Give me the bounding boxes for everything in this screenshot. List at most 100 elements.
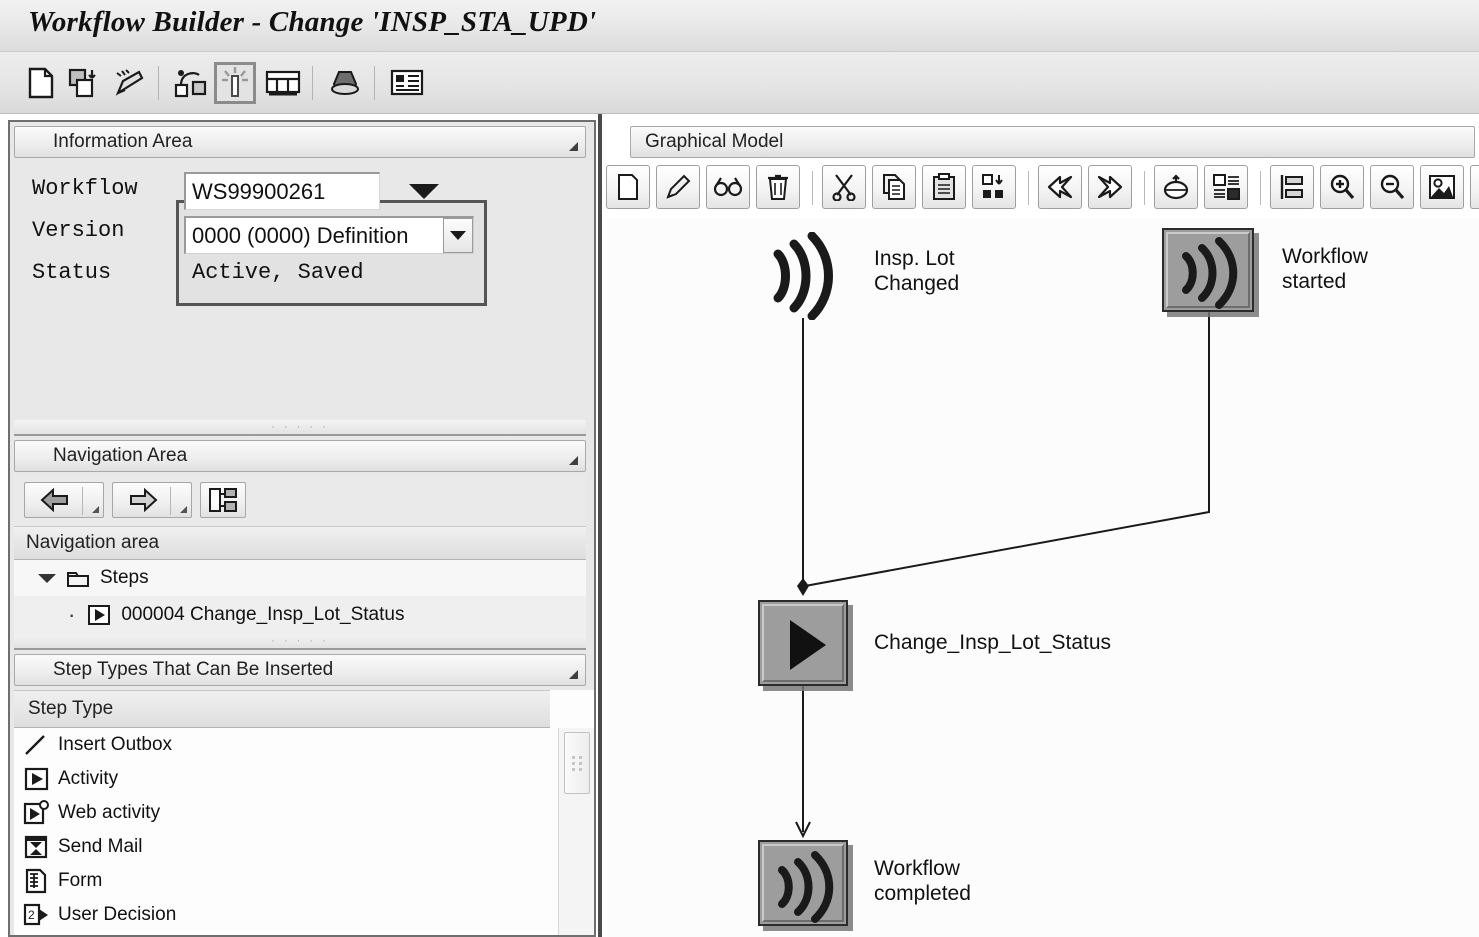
zoom-out-icon[interactable] (1370, 165, 1414, 209)
list-item[interactable]: 2 User Decision (14, 898, 554, 932)
back-button[interactable] (24, 482, 104, 518)
zoom-in-icon[interactable] (1320, 165, 1364, 209)
activity-play-icon (790, 620, 826, 670)
node-insp-lot-changed[interactable] (758, 231, 850, 321)
splitter-navigation-steptypes[interactable]: · · · · · (14, 634, 586, 650)
new-icon[interactable] (20, 62, 62, 104)
graphical-model-toolbar (606, 165, 1479, 213)
status-value: Active, Saved (192, 260, 364, 285)
list-item-label: User Decision (58, 904, 177, 925)
node-change-insp-lot-status[interactable] (758, 600, 848, 686)
scrollbar-thumb[interactable] (564, 732, 590, 794)
display-change-icon[interactable] (706, 165, 750, 209)
workflow-map-icon[interactable] (170, 62, 212, 104)
list-item[interactable]: Activity (14, 762, 554, 796)
workflow-canvas[interactable]: Insp. Lot Changed Workflow started Chang… (606, 218, 1479, 937)
list-item[interactable]: Send Mail (14, 830, 554, 864)
undo-icon[interactable] (1038, 165, 1082, 209)
pane-divider[interactable] (598, 114, 602, 937)
toolbar-separator (1260, 171, 1261, 205)
version-combo-value: 0000 (0000) Definition (192, 222, 409, 248)
copy-icon[interactable] (872, 165, 916, 209)
folder-icon (67, 572, 89, 587)
copy-icon[interactable] (64, 62, 106, 104)
left-panel: Information Area Workflow Version Status… (8, 120, 596, 937)
list-item[interactable]: Insert Outbox (14, 728, 554, 762)
chevron-down-icon[interactable] (38, 573, 56, 583)
event-signal-icon (1182, 237, 1238, 309)
status-label: Status (32, 260, 112, 285)
new-icon[interactable] (606, 165, 650, 209)
version-dropdown-button[interactable] (443, 218, 473, 253)
button-divider (82, 487, 83, 515)
page-title: Workflow Builder - Change 'INSP_STA_UPD' (28, 6, 597, 38)
more-tools-icon[interactable] (1470, 165, 1479, 209)
back-dropdown-arrow-icon[interactable] (92, 506, 99, 513)
connector-layer (795, 293, 1210, 839)
collapse-icon[interactable] (569, 456, 578, 465)
workflow-input[interactable]: WS99900261 (184, 172, 380, 210)
edit-pencil-icon[interactable] (656, 165, 700, 209)
node-workflow-started[interactable] (1162, 228, 1254, 312)
workflow-label: Workflow (32, 176, 138, 201)
splitter-information-navigation[interactable]: · · · · · (14, 420, 586, 436)
section-header-navigation-area[interactable]: Navigation Area (14, 440, 586, 472)
svg-text:2: 2 (28, 908, 35, 922)
bullet-icon: · (68, 602, 76, 627)
section-title-information-area: Information Area (53, 131, 193, 152)
list-book-icon[interactable] (386, 62, 428, 104)
delete-trash-icon[interactable] (756, 165, 800, 209)
navigation-toolbar (14, 476, 586, 526)
wand-icon[interactable] (214, 62, 256, 104)
version-combo[interactable]: 0000 (0000) Definition (184, 216, 474, 254)
step-type-list: Insert Outbox Activity Web activity Send… (14, 728, 594, 935)
outline-view-button[interactable] (200, 482, 246, 518)
cut-scissors-icon[interactable] (822, 165, 866, 209)
section-header-graphical-model[interactable]: Graphical Model (630, 126, 1475, 158)
align-icon[interactable] (1270, 165, 1314, 209)
section-header-information-area[interactable]: Information Area (14, 126, 586, 158)
node-workflow-completed-label: Workflow completed (874, 857, 971, 905)
list-item-label: Send Mail (58, 836, 143, 857)
send-mail-icon (24, 835, 48, 859)
navigation-column-header: Navigation area (14, 526, 586, 560)
toolbar-separator (1144, 171, 1145, 205)
forward-button[interactable] (112, 482, 192, 518)
refresh-icon[interactable] (1154, 165, 1198, 209)
container-table-icon[interactable] (262, 62, 304, 104)
paste-icon[interactable] (922, 165, 966, 209)
insert-step-icon[interactable] (972, 165, 1016, 209)
layout-icon[interactable] (1204, 165, 1248, 209)
forward-dropdown-arrow-icon[interactable] (180, 506, 187, 513)
edit-pencil-icon[interactable] (108, 62, 150, 104)
tree-node-step-000004[interactable]: · 000004 Change_Insp_Lot_Status (14, 596, 586, 634)
workflow-dropdown-arrow-icon[interactable] (409, 184, 439, 199)
list-item-label: Insert Outbox (58, 734, 173, 755)
button-divider (170, 487, 171, 515)
user-decision-icon: 2 (23, 903, 48, 926)
collapse-icon[interactable] (569, 142, 578, 151)
toolbar-separator (312, 66, 313, 100)
step-type-scrollbar[interactable] (558, 728, 594, 935)
list-item[interactable]: Web activity (14, 796, 554, 830)
fit-to-window-icon[interactable] (1420, 165, 1464, 209)
node-insp-lot-changed-label: Insp. Lot Changed (874, 247, 960, 295)
list-item[interactable]: Form (14, 864, 554, 898)
print-icon[interactable] (324, 62, 366, 104)
redo-icon[interactable] (1088, 165, 1132, 209)
toolbar-separator (1028, 171, 1029, 205)
step-type-column-header-2 (484, 690, 550, 728)
form-icon (25, 868, 47, 894)
node-workflow-completed[interactable] (758, 840, 848, 926)
main-toolbar (0, 52, 1479, 114)
node-change-insp-lot-status-label: Change_Insp_Lot_Status (874, 631, 1112, 654)
toolbar-separator (158, 66, 159, 100)
line-icon (25, 735, 45, 755)
collapse-icon[interactable] (569, 670, 578, 679)
tree-node-steps[interactable]: Steps (14, 560, 586, 596)
connector-workflow-started-to-change (804, 293, 1210, 587)
list-item-label: Web activity (58, 802, 161, 823)
section-header-step-types[interactable]: Step Types That Can Be Inserted (14, 654, 586, 686)
step-type-header-corner (550, 690, 594, 728)
tree-node-steps-label: Steps (100, 567, 149, 588)
